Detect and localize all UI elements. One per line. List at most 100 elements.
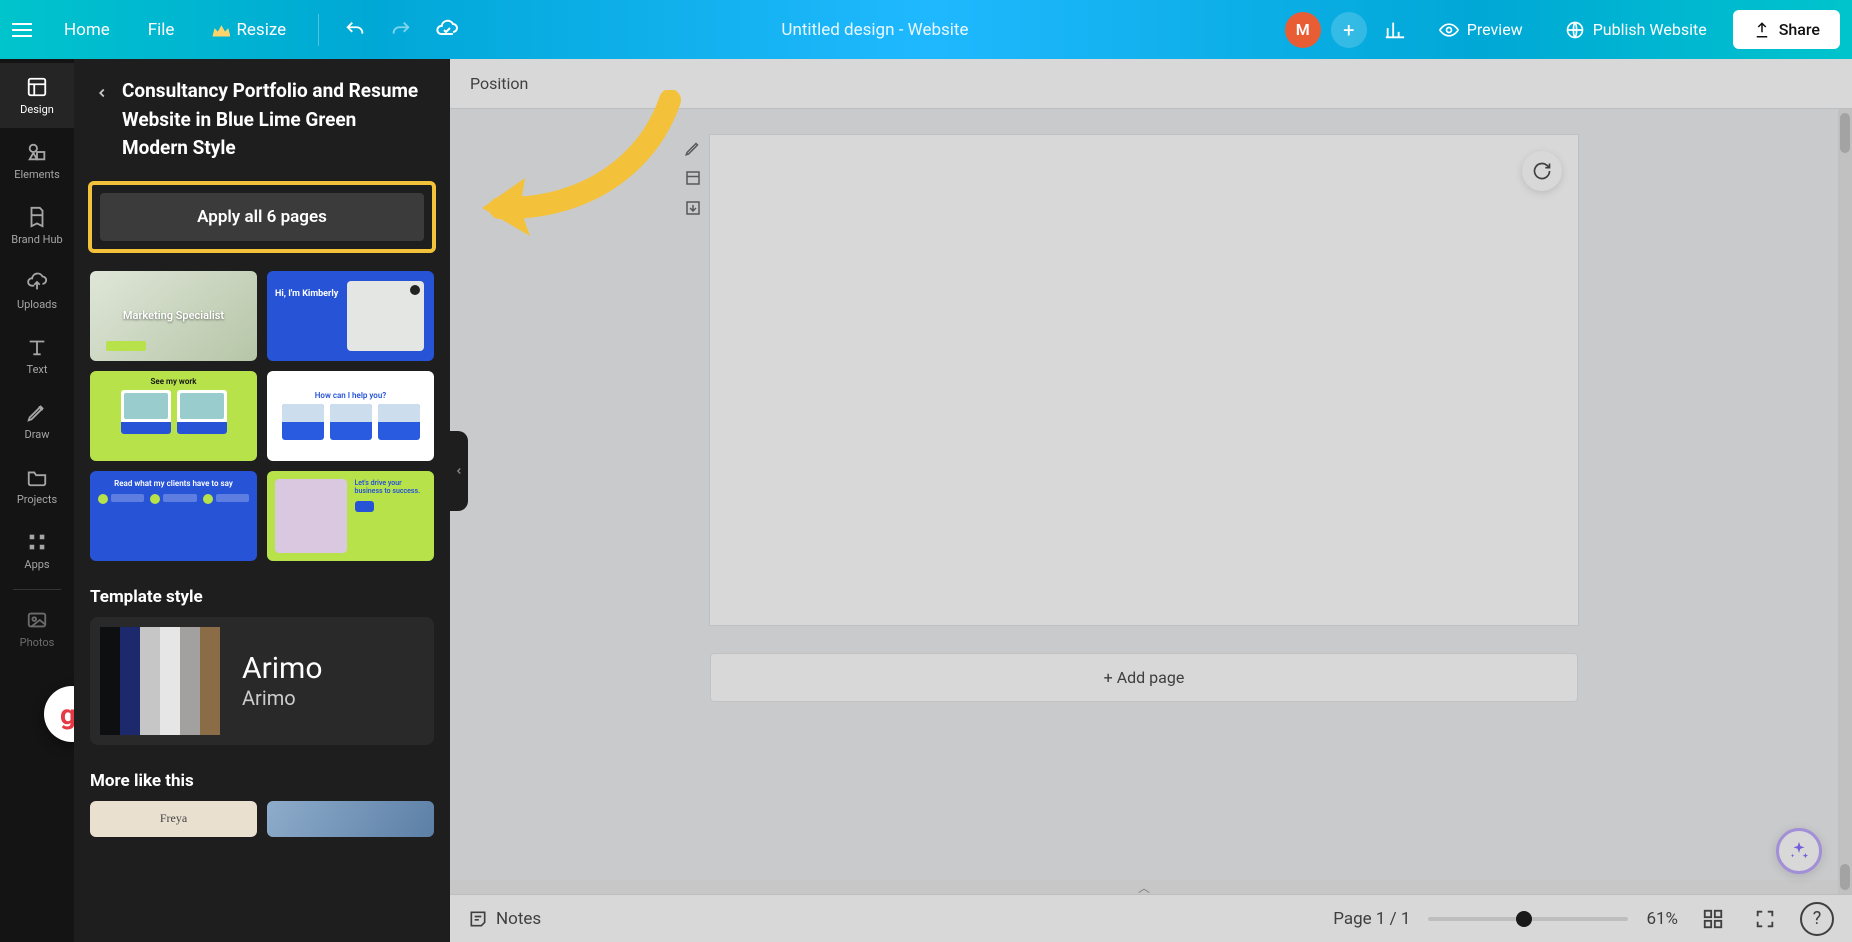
rail-uploads[interactable]: Uploads — [0, 258, 74, 323]
help-button[interactable]: ? — [1800, 902, 1834, 936]
magic-ai-button[interactable] — [1776, 828, 1822, 874]
slider-knob[interactable] — [1516, 911, 1532, 927]
add-collaborator-button[interactable]: + — [1331, 12, 1367, 48]
canvas-toolbar: Position — [450, 59, 1852, 109]
page-export-icon[interactable] — [680, 195, 706, 221]
rail-label: Draw — [25, 428, 50, 441]
more-like-this-heading: More like this — [74, 745, 450, 801]
design-title-input[interactable] — [745, 20, 1005, 40]
thumb-heading: Hi, I'm Kimberly — [275, 289, 338, 299]
apply-all-pages-button[interactable]: Apply all 6 pages — [100, 193, 424, 241]
panel-header: Consultancy Portfolio and Resume Website… — [74, 59, 450, 173]
rail-elements[interactable]: Elements — [0, 128, 74, 193]
thumb-heading: Let's drive your business to success. — [355, 479, 421, 495]
resize-label: Resize — [236, 20, 286, 40]
notes-label: Notes — [496, 909, 541, 929]
folder-icon — [25, 465, 49, 489]
grid-view-button[interactable] — [1696, 902, 1730, 936]
undo-button[interactable] — [337, 12, 373, 48]
rail-apps[interactable]: Apps — [0, 518, 74, 583]
rail-text[interactable]: Text — [0, 323, 74, 388]
menu-icon[interactable] — [12, 16, 40, 44]
rail-draw[interactable]: Draw — [0, 388, 74, 453]
position-button[interactable]: Position — [470, 74, 528, 93]
template-thumb-3[interactable]: See my work — [90, 371, 257, 461]
rail-label: Projects — [17, 493, 57, 506]
topbar-right: M + Preview Publish Website Share — [1285, 10, 1840, 49]
share-icon — [1753, 21, 1771, 39]
cloud-sync-icon[interactable] — [429, 12, 465, 48]
font-stack: Arimo Arimo — [242, 651, 322, 710]
shapes-icon — [25, 140, 49, 164]
rail-label: Apps — [24, 558, 49, 571]
page-edit-icon[interactable] — [680, 135, 706, 161]
refresh-icon — [1532, 161, 1552, 181]
cloud-upload-icon — [25, 270, 49, 294]
swatch — [120, 627, 140, 735]
vertical-scrollbar[interactable] — [1838, 109, 1852, 894]
text-icon — [25, 335, 49, 359]
rail-label: Elements — [14, 168, 60, 181]
related-thumb-2[interactable] — [267, 801, 434, 837]
template-thumb-5[interactable]: Read what my clients have to say — [90, 471, 257, 561]
redo-button[interactable] — [383, 12, 419, 48]
publish-website-button[interactable]: Publish Website — [1549, 12, 1723, 48]
rail-label: Text — [27, 363, 48, 376]
template-thumb-4[interactable]: How can I help you? — [267, 371, 434, 461]
file-menu[interactable]: File — [134, 12, 189, 48]
font-secondary: Arimo — [242, 686, 322, 710]
bottom-bar: Notes Page 1 / 1 61% ? — [450, 894, 1852, 942]
analytics-button[interactable] — [1377, 12, 1413, 48]
sparkle-icon — [1788, 840, 1810, 862]
brand-icon — [25, 205, 49, 229]
home-link[interactable]: Home — [50, 12, 124, 48]
topbar-left: Home File Resize — [12, 12, 465, 48]
fullscreen-button[interactable] — [1748, 902, 1782, 936]
page-layout-icon[interactable] — [680, 165, 706, 191]
back-button[interactable] — [90, 81, 114, 105]
top-bar: Home File Resize M + Preview Pub — [0, 0, 1852, 59]
share-button[interactable]: Share — [1733, 10, 1840, 49]
user-avatar[interactable]: M — [1285, 12, 1321, 48]
rail-separator — [13, 589, 61, 590]
regenerate-button[interactable] — [1522, 151, 1562, 191]
thumb-heading: See my work — [151, 377, 197, 386]
font-primary: Arimo — [242, 651, 322, 686]
zoom-slider[interactable] — [1428, 917, 1628, 921]
template-thumb-1[interactable]: Marketing Specialist — [90, 271, 257, 361]
rail-label: Brand Hub — [11, 233, 62, 246]
share-label: Share — [1779, 20, 1820, 39]
divider — [318, 14, 319, 46]
notes-button[interactable]: Notes — [468, 909, 541, 929]
canvas-viewport[interactable]: + Add page — [450, 109, 1838, 894]
template-style-card[interactable]: Arimo Arimo — [90, 617, 434, 745]
resize-button[interactable]: Resize — [198, 12, 300, 48]
topbar-center — [465, 20, 1285, 40]
notes-icon — [468, 909, 488, 929]
rail-brand-hub[interactable]: Brand Hub — [0, 193, 74, 258]
publish-label: Publish Website — [1593, 20, 1707, 39]
template-thumb-2[interactable]: Hi, I'm Kimberly — [267, 271, 434, 361]
page-strip-toggle[interactable]: ︿ — [450, 880, 1838, 894]
rail-projects[interactable]: Projects — [0, 453, 74, 518]
page-canvas[interactable] — [710, 135, 1578, 625]
swatch — [200, 627, 220, 735]
rail-design[interactable]: Design — [0, 63, 74, 128]
template-icon — [25, 75, 49, 99]
collapse-panel-handle[interactable] — [450, 431, 468, 511]
template-thumb-6[interactable]: Let's drive your business to success. — [267, 471, 434, 561]
add-page-button[interactable]: + Add page — [710, 653, 1578, 702]
preview-button[interactable]: Preview — [1423, 12, 1539, 48]
page-indicator[interactable]: Page 1 / 1 — [1333, 909, 1410, 929]
template-page-thumbs: Marketing Specialist Hi, I'm Kimberly Se… — [74, 271, 450, 561]
swatch — [100, 627, 120, 735]
crown-icon — [212, 23, 230, 37]
rail-photos[interactable]: Photos — [0, 596, 74, 661]
color-swatches — [100, 627, 220, 735]
related-thumb-1[interactable]: Freya — [90, 801, 257, 837]
photo-icon — [25, 608, 49, 632]
apps-grid-icon — [25, 530, 49, 554]
left-rail: Design Elements Brand Hub Uploads Text D… — [0, 59, 74, 942]
eye-icon — [1439, 20, 1459, 40]
zoom-value[interactable]: 61% — [1646, 909, 1678, 929]
